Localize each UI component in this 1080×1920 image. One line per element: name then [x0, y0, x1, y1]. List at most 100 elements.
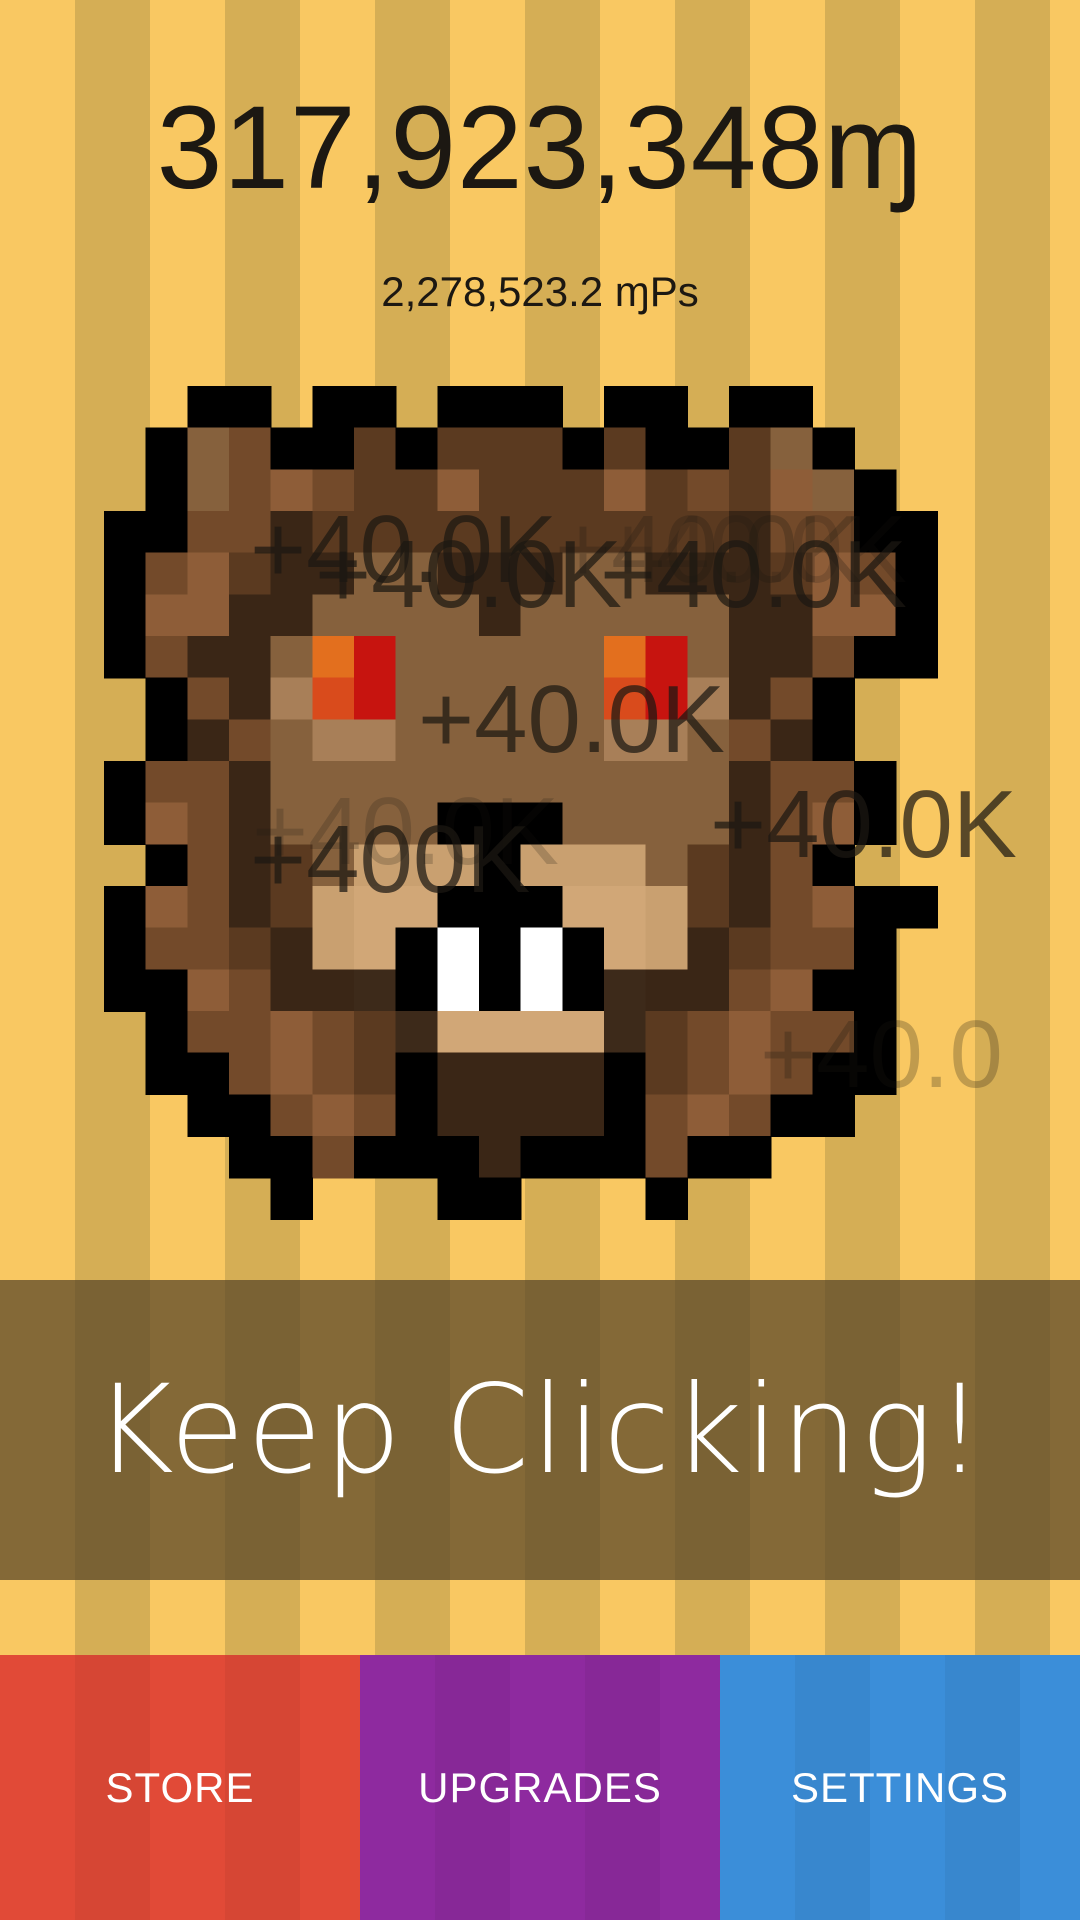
lion-pixel [645, 886, 689, 929]
lion-pixel [270, 969, 314, 1012]
lion-pixel [812, 427, 855, 471]
lion-pixel [854, 927, 897, 971]
lion-pixel [687, 1136, 730, 1179]
lion-pixel [687, 1052, 730, 1096]
lion-pixel [437, 1011, 480, 1054]
lion-pixel [187, 886, 230, 929]
currency-total: 317,923,348ɱ [156, 82, 924, 214]
lion-pixel [645, 1177, 689, 1221]
lion-pixel [437, 1136, 480, 1179]
lion-pixel [562, 886, 605, 929]
bottom-nav: STORE UPGRADES SETTINGS [0, 1655, 1080, 1920]
click-gain-label: +40.0K [418, 666, 725, 773]
lion-pixel [104, 927, 147, 971]
lion-pixel [729, 636, 772, 679]
lion-pixel [479, 386, 522, 429]
lion-pixel [187, 761, 230, 804]
lion-pixel [645, 802, 689, 846]
lion-pixel [354, 427, 397, 471]
settings-button[interactable]: SETTINGS [720, 1655, 1080, 1920]
lion-pixel [437, 386, 480, 429]
lion-pixel [270, 927, 314, 971]
lion-pixel [770, 927, 814, 971]
lion-pixel [270, 1052, 314, 1096]
lion-pixel [187, 594, 230, 637]
lion-pixel [854, 636, 897, 679]
lion-pixel [479, 1052, 522, 1096]
lion-pixel [104, 802, 147, 846]
lion-pixel [604, 1136, 647, 1179]
lion-pixel [479, 1136, 522, 1179]
lion-pixel [645, 1094, 689, 1137]
lion-pixel [770, 636, 814, 679]
lion-pixel [395, 427, 439, 471]
lion-pixel [687, 1094, 730, 1137]
lion-pixel [229, 1052, 272, 1096]
lion-pixel [520, 1136, 564, 1179]
click-gain-label: +40.0K [315, 521, 622, 628]
lion-pixel [229, 1136, 272, 1179]
lion-pixel [562, 844, 605, 887]
lion-pixel [104, 636, 147, 679]
lion-pixel [770, 677, 814, 721]
lion-pixel [854, 886, 897, 929]
lion-pixel [645, 427, 689, 471]
lion-pixel [354, 1052, 397, 1096]
lion-pixel [187, 1011, 230, 1054]
store-button[interactable]: STORE [0, 1655, 360, 1920]
lion-pixel [229, 1011, 272, 1054]
lion-pixel [895, 886, 939, 929]
lion-pixel [270, 677, 314, 721]
lion-pixel [520, 427, 564, 471]
lion-pixel [645, 1052, 689, 1096]
lion-pixel [895, 636, 939, 679]
lion-pixel [604, 927, 647, 971]
lion-pixel [520, 927, 564, 971]
lion-pixel [187, 677, 230, 721]
lion-pixel [354, 719, 397, 762]
lion-pixel [145, 719, 189, 762]
lion-pixel [479, 969, 522, 1012]
lion-pixel [229, 1094, 272, 1137]
currency-per-second: 2,278,523.2 ɱPs [381, 268, 699, 315]
lion-pixel [687, 1011, 730, 1054]
lion-pixel [354, 1094, 397, 1137]
lion-pixel [354, 1011, 397, 1054]
lion-pixel [395, 1011, 439, 1054]
click-gain-label: +400K [250, 806, 531, 913]
lion-pixel [104, 969, 147, 1012]
lion-pixel [187, 802, 230, 846]
lion-pixel [354, 636, 397, 679]
lion-pixel [145, 677, 189, 721]
lion-pixel [145, 636, 189, 679]
lion-pixel [145, 969, 189, 1012]
upgrades-button-label: UPGRADES [418, 1763, 662, 1811]
lion-pixel [312, 636, 355, 679]
lion-pixel [770, 427, 814, 471]
lion-pixel [145, 802, 189, 846]
lion-pixel [395, 927, 439, 971]
lion-pixel [187, 969, 230, 1012]
lion-pixel [312, 1052, 355, 1096]
lion-pixel [604, 802, 647, 846]
lion-pixel [229, 677, 272, 721]
lion-pixel [395, 1136, 439, 1179]
lion-pixel [812, 886, 855, 929]
lion-pixel [312, 927, 355, 971]
lion-pixel [604, 886, 647, 929]
lion-pixel [645, 386, 689, 429]
upgrades-button[interactable]: UPGRADES [360, 1655, 720, 1920]
lion-pixel [812, 719, 855, 762]
lion-pixel [479, 1177, 522, 1221]
lion-pixel [145, 1052, 189, 1096]
lion-pixel [270, 1177, 314, 1221]
lion-pixel [187, 844, 230, 887]
lion-pixel [687, 969, 730, 1012]
lion-pixel [145, 761, 189, 804]
lion-pixel [562, 1052, 605, 1096]
store-button-label: STORE [105, 1763, 255, 1811]
lion-pixel [229, 427, 272, 471]
click-gain-label: +40.0K [600, 521, 907, 628]
lion-pixel [479, 927, 522, 971]
lion-pixel [229, 969, 272, 1012]
